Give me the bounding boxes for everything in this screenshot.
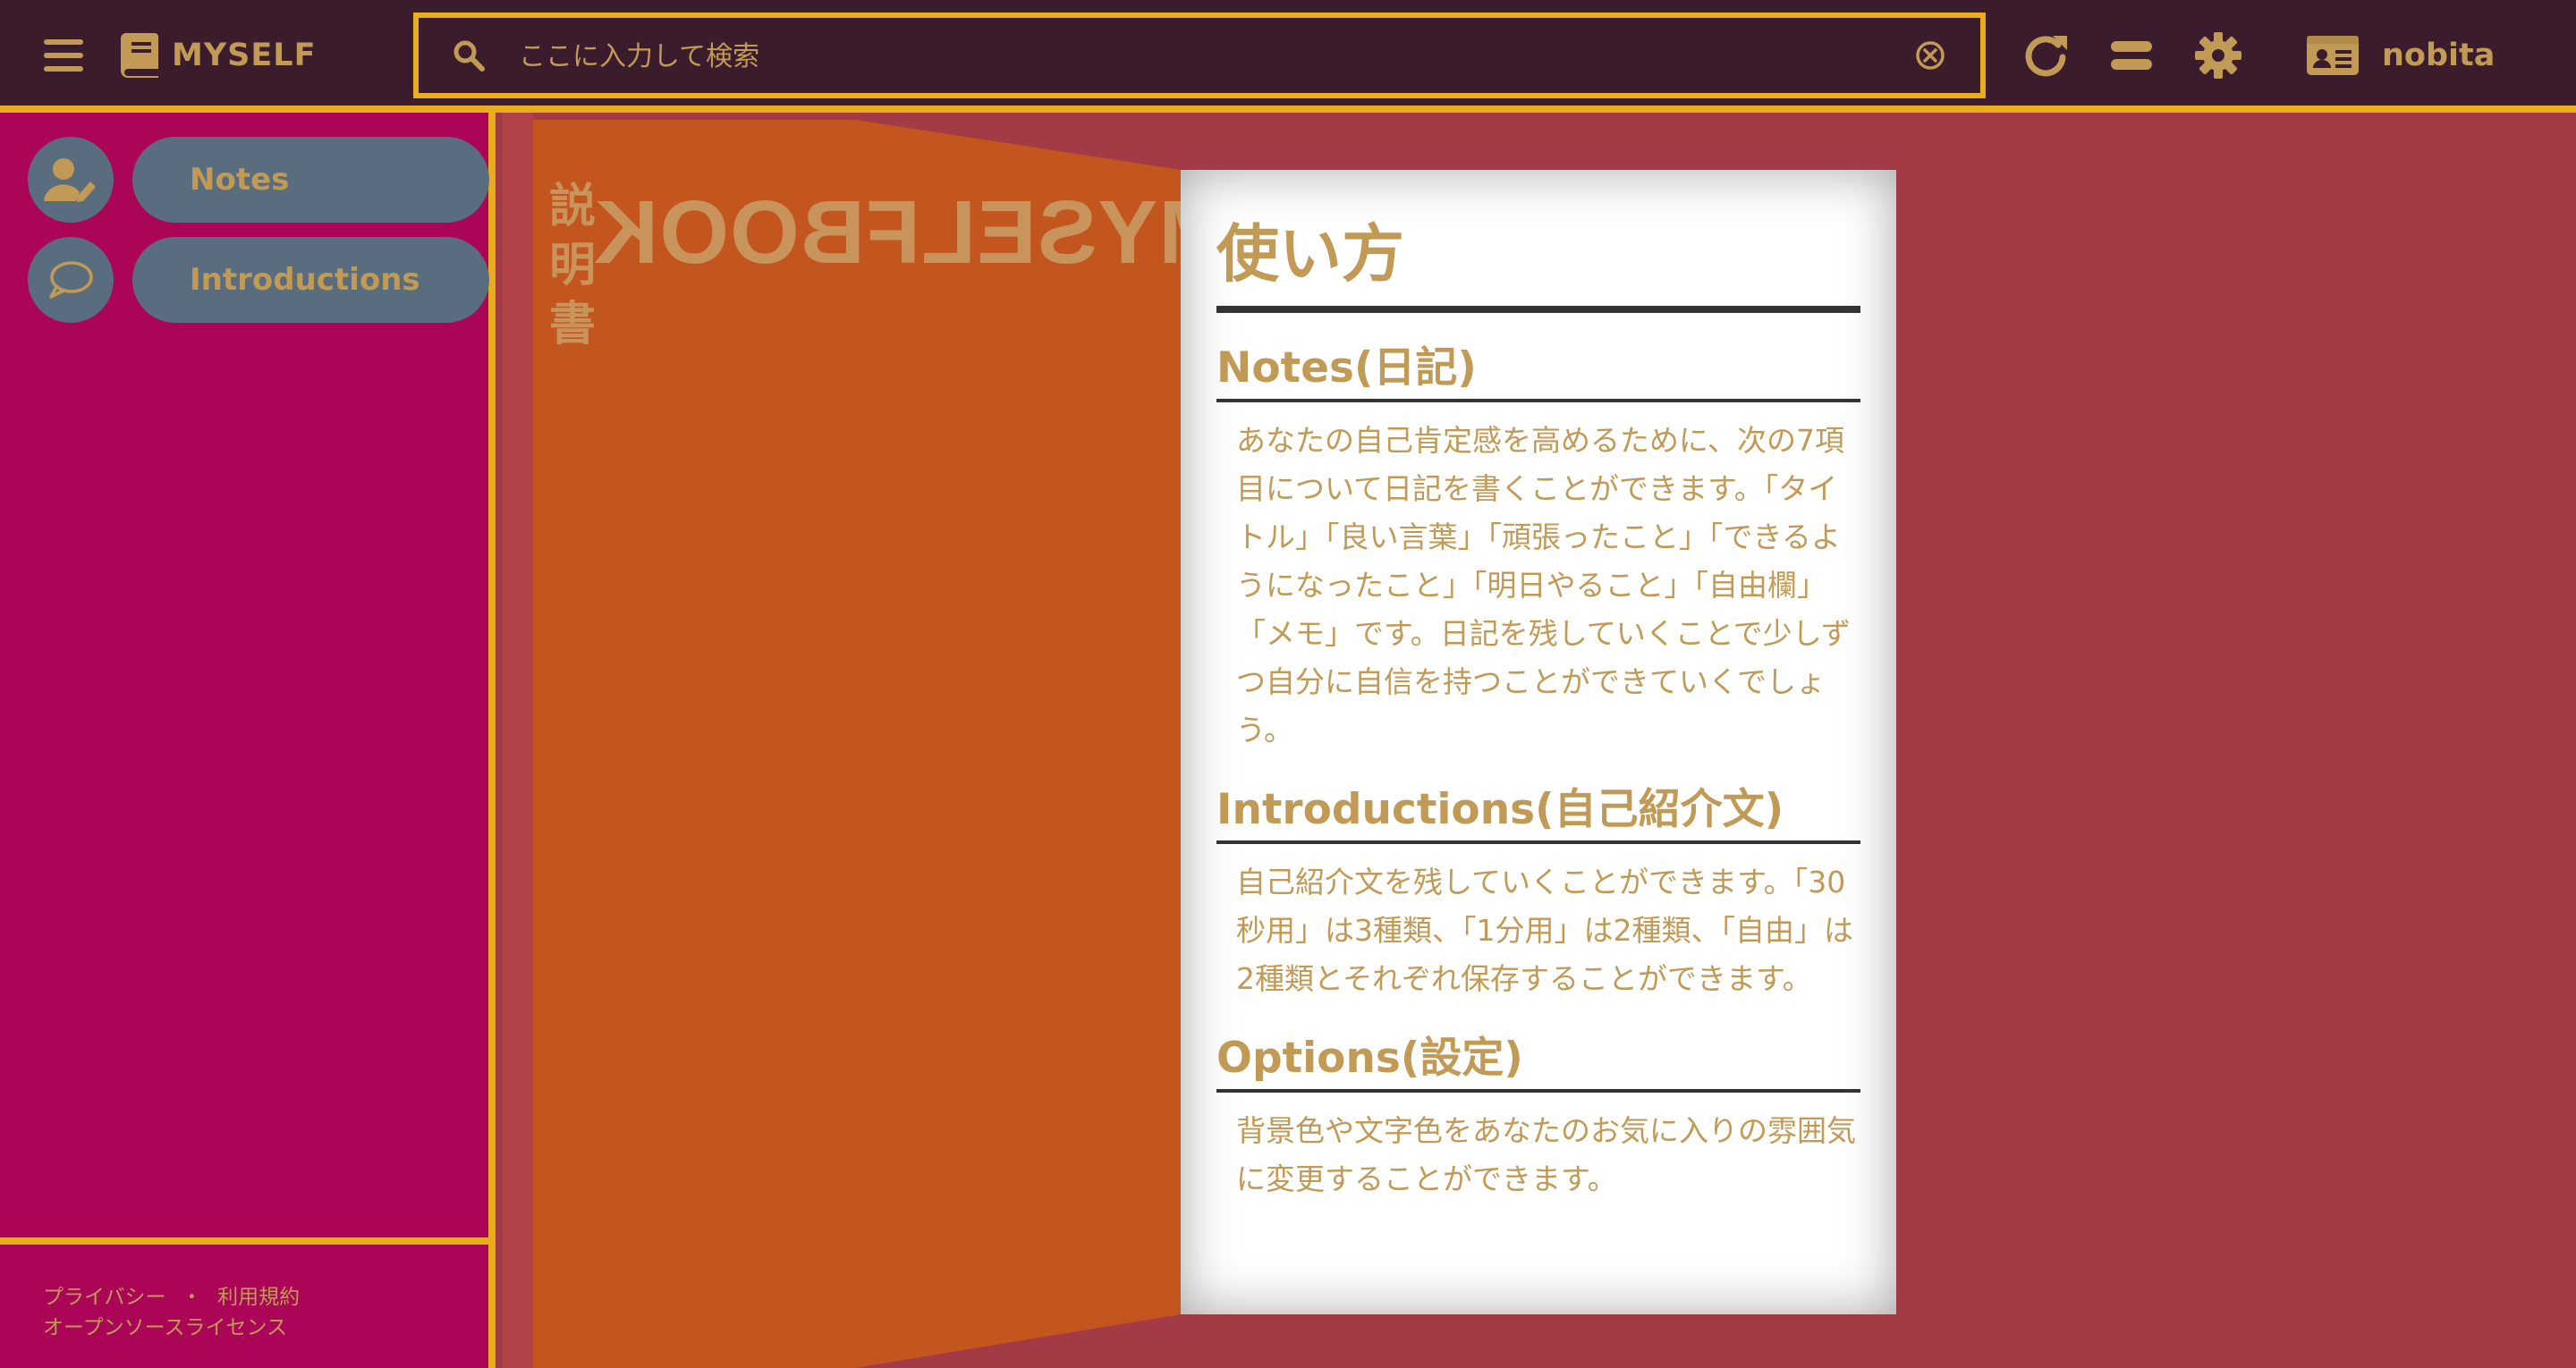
section-heading-options: Options(設定) xyxy=(1216,1030,1860,1093)
section-body-options: 背景色や文字色をあなたのお気に入りの雰囲気に変更することができます。 xyxy=(1236,1113,1856,1196)
manual-page: 使い方 Notes(日記) あなたの自己肯定感を高めるために、次の7項目について… xyxy=(1181,170,1896,1314)
section-body-notes: あなたの自己肯定感を高めるために、次の7項目について日記を書くことができます。「… xyxy=(1236,423,1852,747)
cover-title: MYSELFBOOK xyxy=(593,182,1233,283)
manual-title: 使い方 xyxy=(1216,213,1860,313)
section-heading-introductions: Introductions(自己紹介文) xyxy=(1216,781,1860,844)
section-body-introductions: 自己紹介文を残していくことができます。「30秒用」は3種類、「1分用」は2種類、… xyxy=(1236,865,1853,996)
cover-subtitle: 説明書 xyxy=(548,180,596,351)
section-heading-notes: Notes(日記) xyxy=(1216,340,1860,402)
